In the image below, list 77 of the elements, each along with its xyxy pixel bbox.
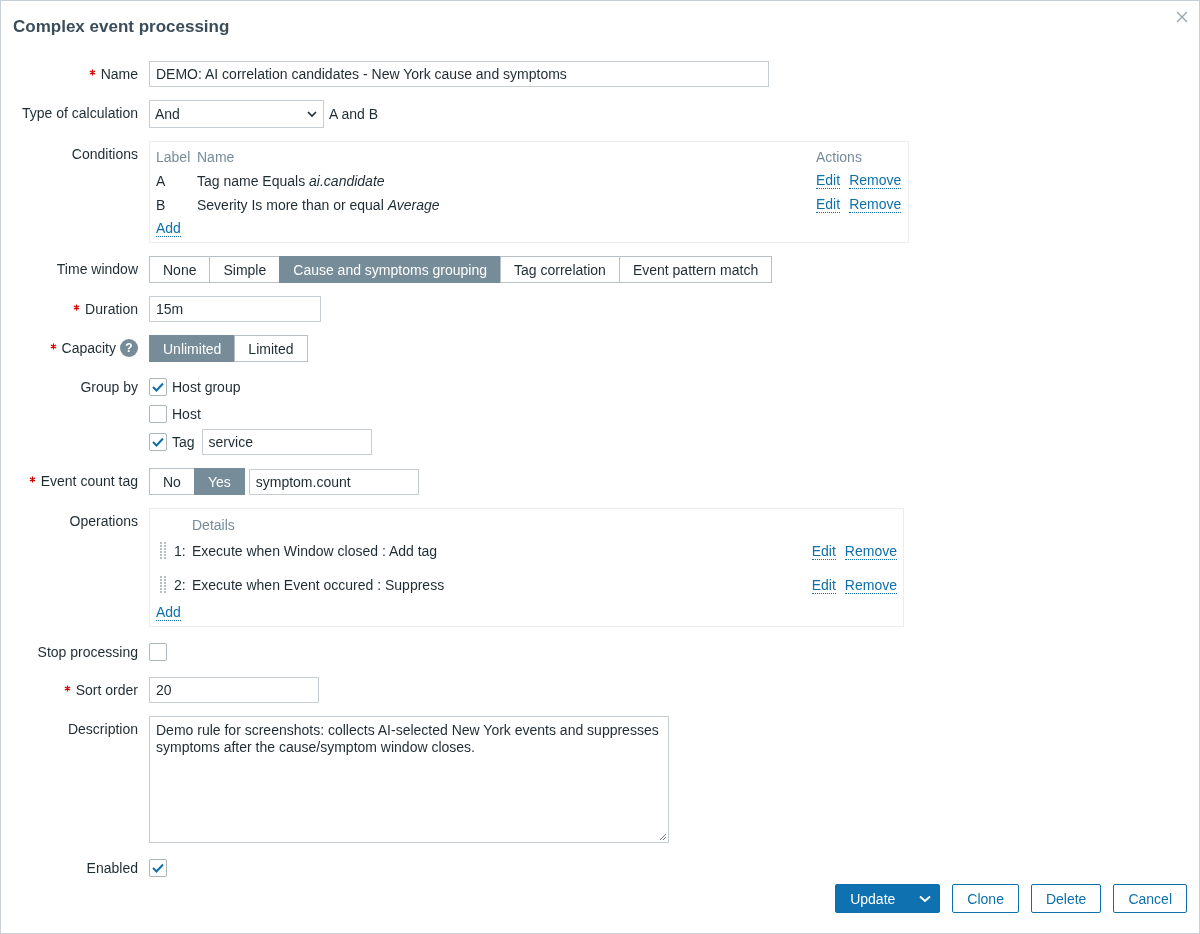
event-count-option[interactable]: Yes xyxy=(193,468,245,495)
help-button[interactable]: ? xyxy=(120,339,138,357)
field-label: Time window xyxy=(56,260,138,279)
field-label: Conditions xyxy=(71,145,138,164)
close-icon[interactable] xyxy=(1175,10,1189,24)
drag-handle-icon[interactable] xyxy=(160,576,166,594)
checkbox[interactable] xyxy=(149,859,167,877)
time-window-option[interactable]: Simple xyxy=(209,256,281,283)
action-link[interactable]: Edit xyxy=(811,576,836,594)
operation-details: Execute when Window closed : Add tag xyxy=(192,543,439,559)
field-label: Enabled xyxy=(86,859,138,878)
tag-field[interactable]: service xyxy=(201,429,372,455)
checkbox-label: Host xyxy=(172,406,201,422)
column-header: Details xyxy=(192,517,236,533)
calculation-dropdown[interactable]: And xyxy=(149,100,324,128)
action-button[interactable]: Clone xyxy=(952,884,1019,913)
update-button[interactable]: Update xyxy=(835,884,941,913)
condition-label: A xyxy=(156,172,167,189)
chevron-down-icon xyxy=(307,110,317,118)
required-icon xyxy=(49,342,57,350)
description-field[interactable]: Demo rule for screenshots: collects AI-selected New York events and suppresses symptoms after the cause/symptom window closes. xyxy=(149,716,669,843)
action-link[interactable]: Edit xyxy=(816,196,841,213)
capacity-option[interactable]: Unlimited xyxy=(149,335,236,362)
condition-name: Severity Is more than or equal Average xyxy=(197,196,441,213)
duration-field[interactable]: 15m xyxy=(149,296,321,322)
column-header: Label xyxy=(156,149,192,165)
operation-number: 1: xyxy=(174,543,187,559)
time-window-option[interactable]: Tag correlation xyxy=(500,256,620,283)
field-label: Group by xyxy=(80,378,138,397)
action-link[interactable]: Remove xyxy=(844,576,897,594)
action-button[interactable]: Cancel xyxy=(1113,884,1187,913)
field-label: Type of calculation xyxy=(22,104,138,123)
field-label: Sort order xyxy=(75,681,138,700)
sort-order-field[interactable]: 20 xyxy=(149,677,319,703)
time-window-option[interactable]: Cause and symptoms grouping xyxy=(279,256,502,283)
field-label: Description xyxy=(67,720,138,739)
required-icon xyxy=(88,68,96,76)
field-label: Name xyxy=(100,65,138,84)
drag-handle-icon[interactable] xyxy=(160,542,166,560)
action-link[interactable]: Remove xyxy=(849,196,902,213)
capacity-option[interactable]: Limited xyxy=(234,335,308,362)
operation-number: 2: xyxy=(174,577,187,593)
time-window-option[interactable]: Event pattern match xyxy=(618,256,773,283)
condition-name: Tag name Equals ai.candidate xyxy=(197,172,386,189)
add-link[interactable]: Add xyxy=(156,604,181,621)
action-link[interactable]: Remove xyxy=(849,172,902,189)
required-icon xyxy=(73,303,81,311)
formula-text: A and B xyxy=(329,106,379,122)
column-header: Actions xyxy=(816,149,863,165)
checkbox[interactable] xyxy=(149,643,167,661)
field-label: Capacity xyxy=(61,339,116,358)
action-button[interactable]: Delete xyxy=(1030,884,1102,913)
resize-grip-icon[interactable] xyxy=(658,832,667,841)
caret-icon[interactable] xyxy=(919,894,932,903)
condition-label: B xyxy=(156,196,167,213)
required-icon xyxy=(63,684,71,692)
time-window-option[interactable]: None xyxy=(149,256,211,283)
required-icon xyxy=(28,475,36,483)
name-field[interactable]: DEMO: AI correlation candidates - New York cause and symptoms xyxy=(149,61,769,87)
checkbox-label: Host group xyxy=(172,379,241,395)
checkbox[interactable] xyxy=(149,405,167,423)
event-count-option[interactable]: No xyxy=(149,468,195,495)
action-link[interactable]: Edit xyxy=(816,172,841,189)
checkbox-label: Tag xyxy=(172,434,195,450)
column-header: Name xyxy=(197,149,236,165)
field-label: Duration xyxy=(85,300,138,319)
tag-name-field[interactable]: symptom.count xyxy=(248,468,419,495)
action-link[interactable]: Remove xyxy=(844,542,897,560)
field-label: Event count tag xyxy=(40,472,138,491)
checkbox[interactable] xyxy=(149,378,167,396)
operation-details: Execute when Event occured : Suppress xyxy=(192,577,446,593)
field-label: Stop processing xyxy=(37,643,138,662)
action-link[interactable]: Edit xyxy=(811,542,836,560)
checkbox[interactable] xyxy=(149,433,167,451)
field-label: Operations xyxy=(69,512,138,531)
dialog-title: Complex event processing xyxy=(13,17,230,37)
add-link[interactable]: Add xyxy=(156,220,181,237)
